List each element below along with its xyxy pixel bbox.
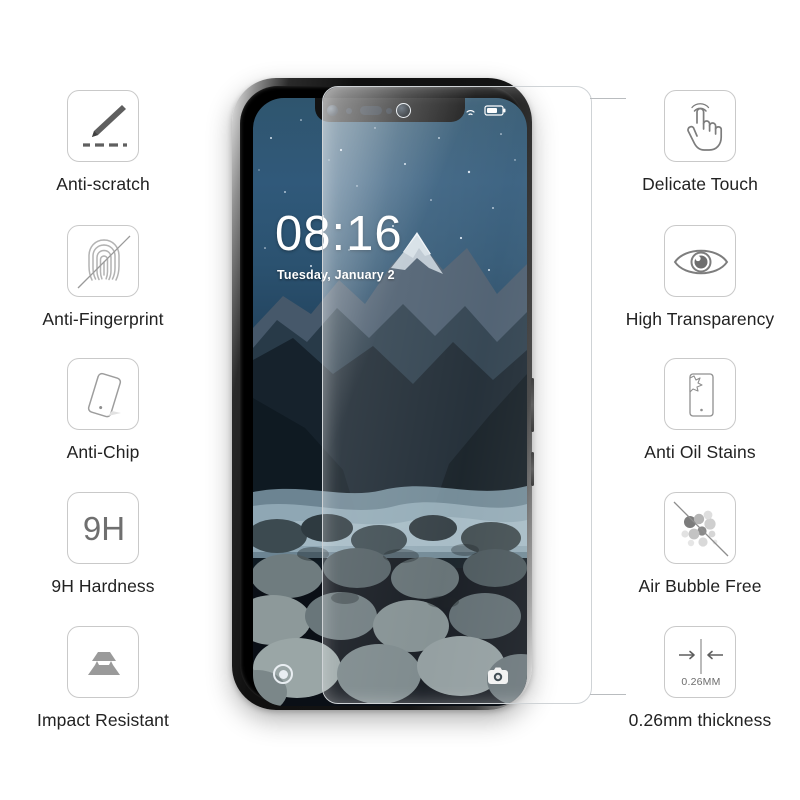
feature-label: High Transparency: [625, 309, 775, 329]
feature-label: 9H Hardness: [51, 576, 155, 596]
smartphone-mockup: 08:16 Tuesday, January 2: [232, 78, 534, 710]
fingerprint-slash-glyph: [77, 235, 131, 289]
glass-leader-line-bottom: [590, 694, 626, 696]
feature-anti-fingerprint[interactable]: Anti-Fingerprint: [0, 225, 223, 329]
thickness-arrows-icon: 0.26MM: [664, 626, 736, 698]
impact-layers-glyph: [88, 652, 120, 675]
phone-tilt-icon: [67, 358, 139, 430]
hand-tap-glyph: [687, 103, 723, 151]
knife-scratch-glyph: [83, 105, 127, 147]
status-bar: [466, 105, 506, 116]
feature-anti-oil-stains[interactable]: Anti Oil Stains: [580, 358, 800, 462]
knife-scratch-icon: [67, 90, 139, 162]
product-feature-poster: Anti-scratch Anti-Fingerprint Anti-Chip …: [0, 0, 800, 800]
feature-label: Delicate Touch: [642, 174, 758, 194]
bubbles-slash-glyph: [673, 501, 729, 557]
phone-frame: 08:16 Tuesday, January 2: [232, 78, 534, 710]
fingerprint-slash-icon: [67, 225, 139, 297]
lockscreen-date: Tuesday, January 2: [277, 268, 395, 282]
9h-hardness-icon: 9H: [67, 492, 139, 564]
feature-anti-scratch[interactable]: Anti-scratch: [0, 90, 223, 194]
lockscreen-time: 08:16: [275, 207, 403, 261]
phone-oil-splash-icon: [664, 358, 736, 430]
left-feature-column: Anti-scratch Anti-Fingerprint Anti-Chip …: [0, 0, 240, 800]
power-button[interactable]: [531, 452, 534, 486]
phone-tilt-glyph: [87, 372, 122, 418]
phone-oil-splash-glyph: [689, 373, 714, 417]
9h-hardness-text: 9H: [82, 510, 126, 547]
phone-screen[interactable]: 08:16 Tuesday, January 2: [253, 98, 527, 706]
feature-9h-hardness[interactable]: 9H 9H Hardness: [0, 492, 223, 596]
feature-thickness[interactable]: 0.26MM 0.26mm thickness: [580, 626, 800, 730]
glass-leader-line-top: [590, 98, 626, 100]
impact-layers-icon: [67, 626, 139, 698]
feature-delicate-touch[interactable]: Delicate Touch: [580, 90, 800, 194]
eye-icon: [664, 225, 736, 297]
feature-label: Impact Resistant: [37, 710, 169, 730]
feature-air-bubble-free[interactable]: Air Bubble Free: [580, 492, 800, 596]
feature-label: Anti-scratch: [56, 174, 150, 194]
feature-label: Anti-Chip: [66, 442, 140, 462]
phone-bezel: 08:16 Tuesday, January 2: [240, 86, 527, 706]
feature-label: Air Bubble Free: [638, 576, 762, 596]
right-feature-column: Delicate Touch High Transparency Anti Oi…: [560, 0, 800, 800]
thickness-caption: 0.26MM: [681, 676, 721, 688]
feature-label: 0.26mm thickness: [628, 710, 772, 730]
feature-high-transparency[interactable]: High Transparency: [580, 225, 800, 329]
feature-label: Anti-Fingerprint: [42, 309, 164, 329]
bubbles-slash-icon: [664, 492, 736, 564]
eye-glyph: [673, 249, 729, 275]
camera-icon[interactable]: [487, 666, 509, 686]
hand-tap-icon: [664, 90, 736, 162]
battery-icon: [484, 105, 506, 116]
assistant-circle-icon[interactable]: [273, 664, 293, 684]
volume-rocker-button[interactable]: [531, 378, 534, 432]
feature-label: Anti Oil Stains: [644, 442, 756, 462]
feature-anti-chip[interactable]: Anti-Chip: [0, 358, 223, 462]
wallpaper-rocks: [253, 514, 527, 706]
feature-impact-resistant[interactable]: Impact Resistant: [0, 626, 223, 730]
